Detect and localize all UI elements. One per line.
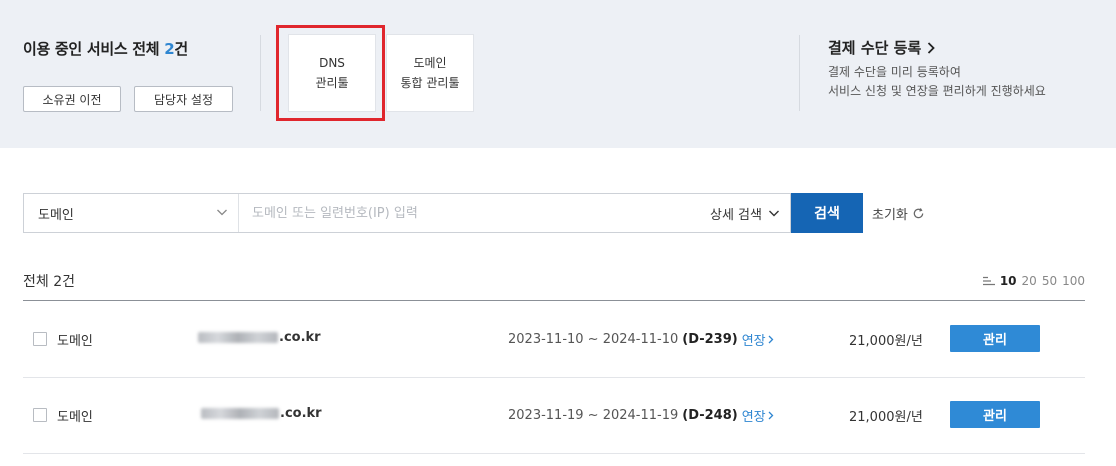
extend-label: 연장 bbox=[741, 334, 766, 349]
search-type-select[interactable]: 도메인 bbox=[24, 194, 239, 232]
blurred-domain-name bbox=[198, 332, 278, 343]
detail-search-toggle[interactable]: 상세 검색 bbox=[710, 194, 780, 232]
payment-register-link[interactable]: 결제 수단 등록 bbox=[828, 37, 936, 58]
total-count-label: 전체 2건 bbox=[23, 274, 75, 290]
manager-setting-button[interactable]: 담당자 설정 bbox=[134, 86, 233, 112]
row-service-type: 도메인 bbox=[57, 334, 93, 349]
payment-desc-line2: 서비스 신청 및 연장을 편리하게 진행하세요 bbox=[828, 84, 1046, 98]
manager-setting-label: 담당자 설정 bbox=[153, 92, 213, 107]
row-checkbox[interactable] bbox=[33, 408, 47, 422]
extend-link[interactable]: 연장 bbox=[742, 330, 774, 349]
row-checkbox[interactable] bbox=[33, 332, 47, 346]
row-service-type: 도메인 bbox=[57, 410, 93, 425]
refresh-icon bbox=[913, 208, 924, 219]
domain-tool-label-line2: 통합 관리툴 bbox=[400, 76, 460, 90]
page-size-option[interactable]: 50 bbox=[1042, 274, 1057, 288]
row-period: 2023-11-19 ~ 2024-11-19 (D-248) 연장 bbox=[508, 406, 774, 425]
row-period: 2023-11-10 ~ 2024-11-10 (D-239) 연장 bbox=[508, 330, 774, 349]
manage-button[interactable]: 관리 bbox=[950, 325, 1040, 352]
row-period-dates: 2023-11-19 ~ 2024-11-19 bbox=[508, 408, 679, 423]
row-dday: (D-239) bbox=[682, 332, 738, 347]
domain-tool-card[interactable]: 도메인 통합 관리툴 bbox=[386, 34, 474, 112]
reset-button[interactable]: 초기화 bbox=[872, 204, 925, 223]
page-size-option[interactable]: 100 bbox=[1062, 274, 1085, 288]
manage-label: 관리 bbox=[983, 333, 1007, 348]
row-dday: (D-248) bbox=[682, 408, 738, 423]
payment-description: 결제 수단을 미리 등록하여 서비스 신청 및 연장을 편리하게 진행하세요 bbox=[828, 63, 1046, 101]
row-divider bbox=[23, 453, 1085, 454]
highlight-frame bbox=[276, 25, 385, 121]
chevron-down-icon bbox=[768, 210, 779, 217]
blurred-domain-name bbox=[201, 408, 279, 419]
service-count-suffix: 건 bbox=[174, 40, 188, 58]
panel-divider bbox=[799, 35, 800, 111]
row-domain[interactable]: .co.kr bbox=[201, 406, 322, 421]
ownership-transfer-label: 소유권 이전 bbox=[42, 92, 102, 107]
reset-label: 초기화 bbox=[872, 208, 908, 223]
row-domain-suffix: .co.kr bbox=[279, 330, 321, 345]
service-count-title: 이용 중인 서비스 전체 2건 bbox=[23, 38, 188, 59]
row-price: 21,000원/년 bbox=[849, 410, 923, 425]
service-summary-panel: 이용 중인 서비스 전체 2건 소유권 이전 담당자 설정 DNS 관리툴 도메… bbox=[0, 0, 1116, 148]
chevron-down-icon bbox=[217, 209, 227, 216]
extend-link[interactable]: 연장 bbox=[742, 406, 774, 425]
search-type-value: 도메인 bbox=[38, 207, 74, 223]
search-input[interactable] bbox=[240, 194, 680, 232]
chevron-right-icon bbox=[928, 41, 936, 54]
chevron-right-icon bbox=[768, 335, 774, 344]
payment-title: 결제 수단 등록 bbox=[828, 39, 922, 57]
table-row: 도메인 .co.kr 2023-11-10 ~ 2024-11-10 (D-23… bbox=[23, 301, 1085, 377]
page-size-option[interactable]: 20 bbox=[1022, 274, 1037, 288]
row-price: 21,000원/년 bbox=[849, 334, 923, 349]
payment-desc-line1: 결제 수단을 미리 등록하여 bbox=[828, 65, 961, 79]
row-domain[interactable]: .co.kr bbox=[198, 330, 321, 345]
domain-tool-label-line1: 도메인 bbox=[413, 56, 447, 70]
page-size-selector: 10 20 50 100 bbox=[982, 274, 1085, 288]
table-row: 도메인 .co.kr 2023-11-19 ~ 2024-11-19 (D-24… bbox=[23, 377, 1085, 453]
chevron-right-icon bbox=[768, 411, 774, 420]
search-bar: 도메인 상세 검색 bbox=[23, 193, 791, 233]
row-domain-suffix: .co.kr bbox=[280, 406, 322, 421]
page-size-option[interactable]: 10 bbox=[1000, 274, 1017, 288]
sort-lines-icon bbox=[982, 276, 995, 286]
search-button-label: 검색 bbox=[814, 206, 840, 222]
detail-search-label: 상세 검색 bbox=[710, 207, 762, 223]
panel-divider bbox=[260, 35, 261, 111]
manage-label: 관리 bbox=[983, 409, 1007, 424]
ownership-transfer-button[interactable]: 소유권 이전 bbox=[23, 86, 121, 112]
service-count-number: 2 bbox=[164, 40, 175, 58]
extend-label: 연장 bbox=[741, 410, 766, 425]
manage-button[interactable]: 관리 bbox=[950, 401, 1040, 428]
service-count-prefix: 이용 중인 서비스 전체 bbox=[23, 40, 165, 58]
row-period-dates: 2023-11-10 ~ 2024-11-10 bbox=[508, 332, 679, 347]
search-button[interactable]: 검색 bbox=[791, 193, 863, 233]
